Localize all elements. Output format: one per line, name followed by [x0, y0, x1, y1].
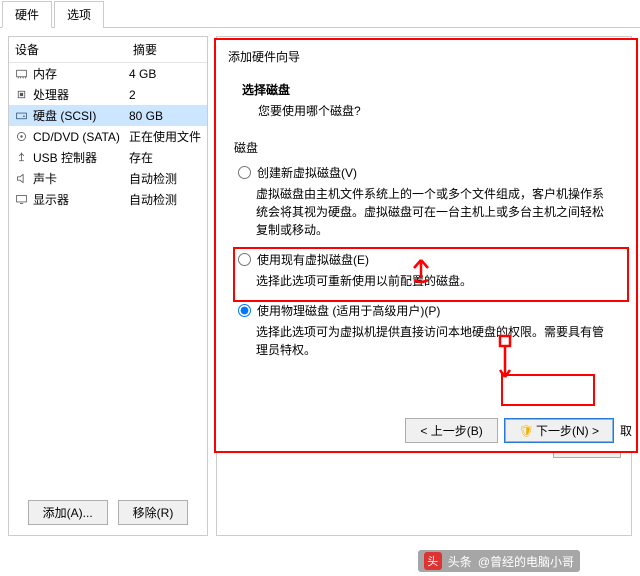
- wizard-question: 您要使用哪个磁盘?: [228, 102, 624, 119]
- shield-icon: 🛡: [519, 424, 534, 438]
- device-summary: 80 GB: [129, 109, 203, 123]
- option-label: 创建新虚拟磁盘(V): [257, 164, 357, 181]
- device-name: 内存: [33, 65, 129, 82]
- option-physical-disk[interactable]: 使用物理磁盘 (适用于高级用户)(P): [228, 300, 624, 321]
- radio-create-new[interactable]: [238, 166, 251, 179]
- cpu-icon: [13, 88, 29, 101]
- wizard-section: 选择磁盘: [228, 75, 624, 102]
- cd-icon: [13, 130, 29, 143]
- radio-use-existing[interactable]: [238, 253, 251, 266]
- option-use-existing[interactable]: 使用现有虚拟磁盘(E): [228, 249, 624, 270]
- wizard-title: 添加硬件向导: [228, 48, 624, 65]
- display-icon: [13, 193, 29, 206]
- col-device[interactable]: 设备: [9, 37, 127, 62]
- device-row-display[interactable]: 显示器 自动检测: [9, 189, 207, 210]
- device-summary: 存在: [129, 149, 203, 166]
- watermark-prefix: 头条: [448, 553, 472, 570]
- option-label: 使用现有虚拟磁盘(E): [257, 251, 369, 268]
- device-name: CD/DVD (SATA): [33, 130, 129, 144]
- device-row-cddvd[interactable]: CD/DVD (SATA) 正在使用文件: [9, 126, 207, 147]
- radio-physical-disk[interactable]: [238, 304, 251, 317]
- device-row-memory[interactable]: 内存 4 GB: [9, 63, 207, 84]
- option-create-new[interactable]: 创建新虚拟磁盘(V): [228, 162, 624, 183]
- device-summary: 2: [129, 88, 203, 102]
- cancel-button-partial[interactable]: 取: [620, 422, 632, 439]
- device-row-sound[interactable]: 声卡 自动检测: [9, 168, 207, 189]
- memory-icon: [13, 67, 29, 80]
- add-button[interactable]: 添加(A)...: [28, 500, 108, 525]
- option-label: 使用物理磁盘 (适用于高级用户)(P): [257, 302, 440, 319]
- next-button[interactable]: 🛡下一步(N) >: [504, 418, 614, 443]
- tab-options[interactable]: 选项: [54, 1, 104, 28]
- remove-button[interactable]: 移除(R): [118, 500, 189, 525]
- option-desc: 选择此选项可重新使用以前配置的磁盘。: [228, 270, 624, 300]
- watermark: 头 头条 @曾经的电脑小哥: [418, 550, 580, 572]
- usb-icon: [13, 151, 29, 164]
- device-list-header: 设备 摘要: [9, 37, 207, 63]
- device-list-panel: 设备 摘要 内存 4 GB 处理器 2 硬盘 (SCSI) 80 GB CD/D…: [8, 36, 208, 536]
- option-desc: 虚拟磁盘由主机文件系统上的一个或多个文件组成，客户机操作系统会将其视为硬盘。虚拟…: [228, 183, 624, 249]
- back-button[interactable]: < 上一步(B): [405, 418, 497, 443]
- disk-icon: [13, 109, 29, 122]
- device-name: USB 控制器: [33, 149, 129, 166]
- device-summary: 正在使用文件: [129, 128, 203, 145]
- option-desc: 选择此选项可为虚拟机提供直接访问本地硬盘的权限。需要具有管理员特权。: [228, 321, 624, 369]
- toutiao-icon: 头: [424, 552, 442, 570]
- watermark-author: @曾经的电脑小哥: [478, 553, 574, 570]
- disk-label: 磁盘: [228, 139, 624, 156]
- col-summary[interactable]: 摘要: [127, 37, 207, 62]
- device-summary: 4 GB: [129, 67, 203, 81]
- device-name: 硬盘 (SCSI): [33, 107, 129, 124]
- sound-icon: [13, 172, 29, 185]
- device-name: 处理器: [33, 86, 129, 103]
- device-name: 声卡: [33, 170, 129, 187]
- device-summary: 自动检测: [129, 170, 203, 187]
- add-hardware-wizard: 添加硬件向导 选择磁盘 您要使用哪个磁盘? 磁盘 创建新虚拟磁盘(V) 虚拟磁盘…: [214, 38, 638, 453]
- device-row-disk[interactable]: 硬盘 (SCSI) 80 GB: [9, 105, 207, 126]
- device-row-cpu[interactable]: 处理器 2: [9, 84, 207, 105]
- device-summary: 自动检测: [129, 191, 203, 208]
- tab-hardware[interactable]: 硬件: [2, 1, 52, 28]
- device-row-usb[interactable]: USB 控制器 存在: [9, 147, 207, 168]
- device-name: 显示器: [33, 191, 129, 208]
